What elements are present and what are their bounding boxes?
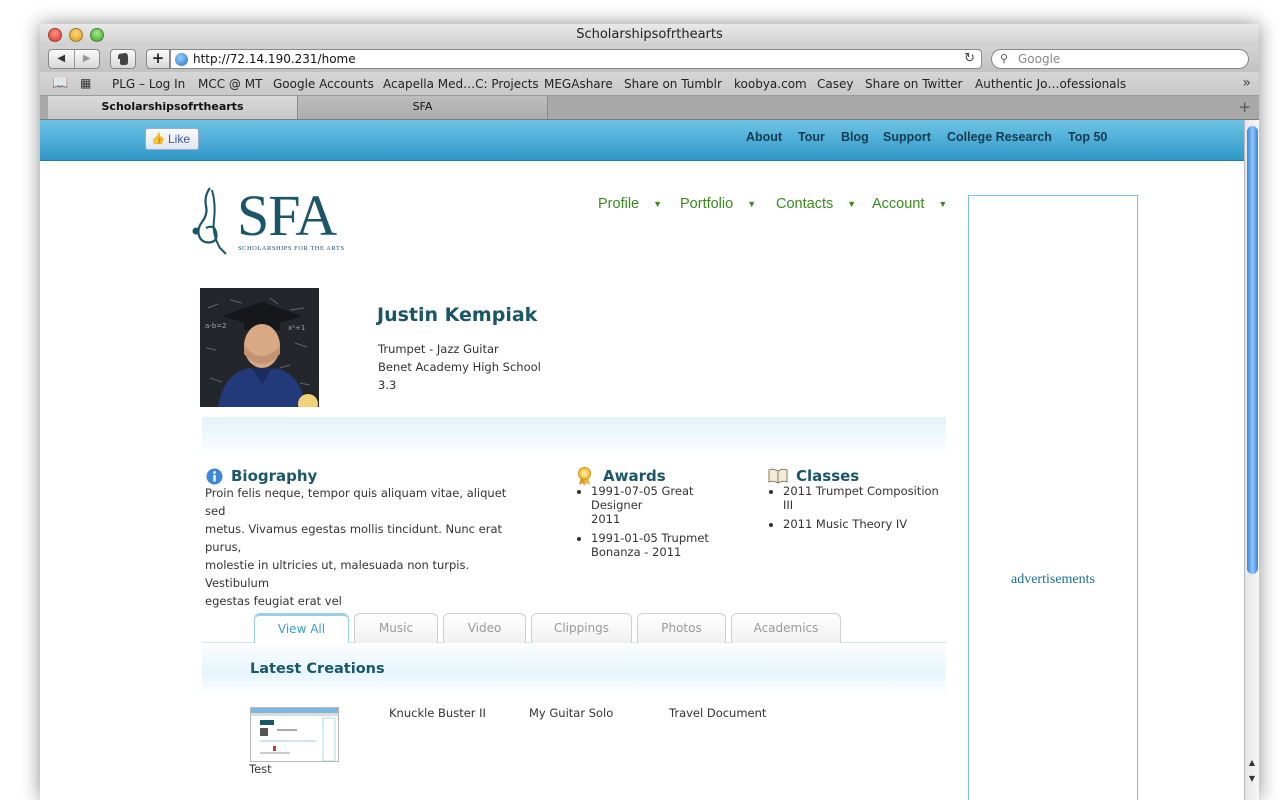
open-book-icon — [768, 468, 788, 484]
profile-instrument: Trumpet - Jazz Guitar — [378, 342, 499, 356]
creation-title[interactable]: Knuckle Buster II — [389, 706, 486, 720]
open-book-icon[interactable]: 📖 — [52, 76, 68, 91]
latest-creations-heading: Latest Creations — [250, 661, 385, 677]
tab-academics[interactable]: Academics — [731, 613, 841, 643]
scroll-up-icon[interactable]: ▲ — [1245, 756, 1259, 770]
close-window-button[interactable] — [48, 28, 62, 42]
url-text: http://72.14.190.231/home — [193, 52, 356, 66]
bookmarks-bar: 📖 ▦ PLG – Log In MCC @ MT Google Account… — [40, 72, 1259, 96]
list-item: 2011 Music Theory IV — [783, 517, 939, 531]
title-bar: Scholarshipsofrthearts — [40, 24, 1259, 46]
bookmark-item[interactable]: Acapella Med…C: Projects — [383, 77, 539, 91]
treble-clef-icon — [192, 187, 227, 255]
ad-label: advertisements — [1011, 572, 1095, 587]
facebook-like-button[interactable]: 👍 Like — [145, 128, 199, 150]
browser-window: Scholarshipsofrthearts ◀ ▶ + http://72.1… — [40, 24, 1259, 800]
nav-portfolio[interactable]: Portfolio ▼ — [680, 196, 756, 212]
logo-text: SFA — [237, 183, 337, 248]
classes-heading: Classes — [796, 467, 860, 485]
tab-photos[interactable]: Photos — [637, 613, 726, 643]
dropdown-arrow-icon: ▼ — [938, 199, 948, 209]
nav-profile[interactable]: Profile ▼ — [598, 196, 662, 212]
profile-name: Justin Kempiak — [377, 304, 538, 326]
nav-contacts[interactable]: Contacts ▼ — [776, 196, 856, 212]
nav-tour[interactable]: Tour — [798, 130, 825, 144]
list-item: 1991-07-05 Great Designer2011 — [591, 484, 747, 526]
tab-scholarships[interactable]: Scholarshipsofrthearts — [48, 96, 298, 119]
bookmark-item[interactable]: Casey — [817, 77, 853, 91]
awards-list: 1991-07-05 Great Designer2011 1991-01-05… — [577, 484, 747, 564]
scrollbar-thumb[interactable] — [1247, 126, 1258, 574]
search-icon: ⚲ — [1000, 52, 1009, 65]
advertisement-box[interactable]: advertisements — [968, 195, 1138, 800]
logo-subtitle: SCHOLARSHIPS FOR THE ARTS — [238, 245, 345, 252]
search-input[interactable]: ⚲ Google — [991, 49, 1249, 69]
creation-thumbnail[interactable] — [250, 707, 339, 762]
creation-title[interactable]: Test — [249, 762, 272, 776]
section-header-band — [202, 417, 946, 457]
nav-account[interactable]: Account ▼ — [872, 196, 947, 212]
like-label: Like — [168, 132, 191, 146]
vertical-scrollbar[interactable]: ▲ ▼ — [1244, 120, 1259, 800]
more-bookmarks-icon[interactable]: » — [1242, 75, 1251, 91]
nav-top-50[interactable]: Top 50 — [1068, 130, 1107, 144]
sfa-logo[interactable]: SFA SCHOLARSHIPS FOR THE ARTS — [190, 184, 350, 256]
nav-support[interactable]: Support — [883, 130, 931, 144]
zoom-window-button[interactable] — [90, 28, 104, 42]
svg-text:a-b=2: a-b=2 — [205, 322, 227, 330]
bookmark-item[interactable]: PLG – Log In — [112, 77, 185, 91]
tab-sfa[interactable]: SFA — [298, 96, 548, 119]
profile-gpa: 3.3 — [378, 378, 397, 392]
bookmark-item[interactable]: Share on Tumblr — [624, 77, 722, 91]
dropdown-arrow-icon: ▼ — [747, 199, 757, 209]
site-header: 👍 Like About Tour Blog Support College R… — [40, 120, 1244, 161]
info-icon — [206, 468, 223, 485]
scroll-down-icon[interactable]: ▼ — [1245, 772, 1259, 786]
dropdown-arrow-icon: ▼ — [847, 199, 857, 209]
profile-school: Benet Academy High School — [378, 360, 541, 374]
back-button[interactable]: ◀ — [49, 50, 74, 68]
bookmark-item[interactable]: MCC @ MT — [198, 77, 262, 91]
dropdown-arrow-icon: ▼ — [653, 199, 663, 209]
thumbs-up-icon: 👍 — [151, 133, 165, 145]
page-viewport: 👍 Like About Tour Blog Support College R… — [40, 120, 1244, 800]
classes-list: 2011 Trumpet CompositionIII 2011 Music T… — [769, 484, 939, 536]
creation-title[interactable]: My Guitar Solo — [529, 706, 613, 720]
bookmark-item[interactable]: Google Accounts — [273, 77, 374, 91]
search-placeholder: Google — [1018, 52, 1061, 66]
add-bookmark-button[interactable]: + — [146, 49, 170, 69]
creation-title[interactable]: Travel Document — [669, 706, 766, 720]
grid-icon[interactable]: ▦ — [80, 76, 91, 90]
reload-icon[interactable]: ↻ — [964, 50, 975, 68]
nav-about[interactable]: About — [746, 130, 782, 144]
list-item: 1991-01-05 TrupmetBonanza - 2011 — [591, 531, 747, 559]
bookmark-item[interactable]: koobya.com — [734, 77, 807, 91]
svg-text:x²+1: x²+1 — [288, 324, 305, 332]
new-tab-icon[interactable]: + — [1238, 98, 1251, 116]
bookmark-item[interactable]: MEGAshare — [544, 77, 613, 91]
nav-college-research[interactable]: College Research — [947, 130, 1052, 144]
profile-avatar: a-b=2 x²+1 — [200, 288, 319, 407]
tab-bar: Scholarshipsofrthearts SFA + — [40, 96, 1259, 120]
tab-clippings[interactable]: Clippings — [531, 613, 632, 643]
biography-text: Proin felis neque, tempor quis aliquam v… — [205, 486, 507, 608]
awards-heading: Awards — [603, 467, 666, 485]
globe-icon — [175, 53, 188, 66]
forward-button[interactable]: ▶ — [73, 50, 100, 68]
window-title: Scholarshipsofrthearts — [576, 27, 723, 42]
nav-blog[interactable]: Blog — [841, 130, 869, 144]
tab-view-all[interactable]: View All — [254, 613, 349, 643]
tab-music[interactable]: Music — [354, 613, 438, 643]
bookmark-item[interactable]: Share on Twitter — [865, 77, 962, 91]
bookmark-item[interactable]: Authentic Jo…ofessionals — [975, 77, 1126, 91]
browser-toolbar: ◀ ▶ + http://72.14.190.231/home ↻ ⚲ Goog… — [40, 46, 1259, 72]
address-bar[interactable]: http://72.14.190.231/home ↻ — [170, 49, 982, 69]
biography-heading: Biography — [231, 467, 318, 485]
back-forward-buttons: ◀ ▶ — [48, 49, 100, 69]
tab-video[interactable]: Video — [443, 613, 526, 643]
list-item: 2011 Trumpet CompositionIII — [783, 484, 939, 512]
evernote-icon[interactable] — [110, 49, 136, 69]
minimize-window-button[interactable] — [69, 28, 83, 42]
